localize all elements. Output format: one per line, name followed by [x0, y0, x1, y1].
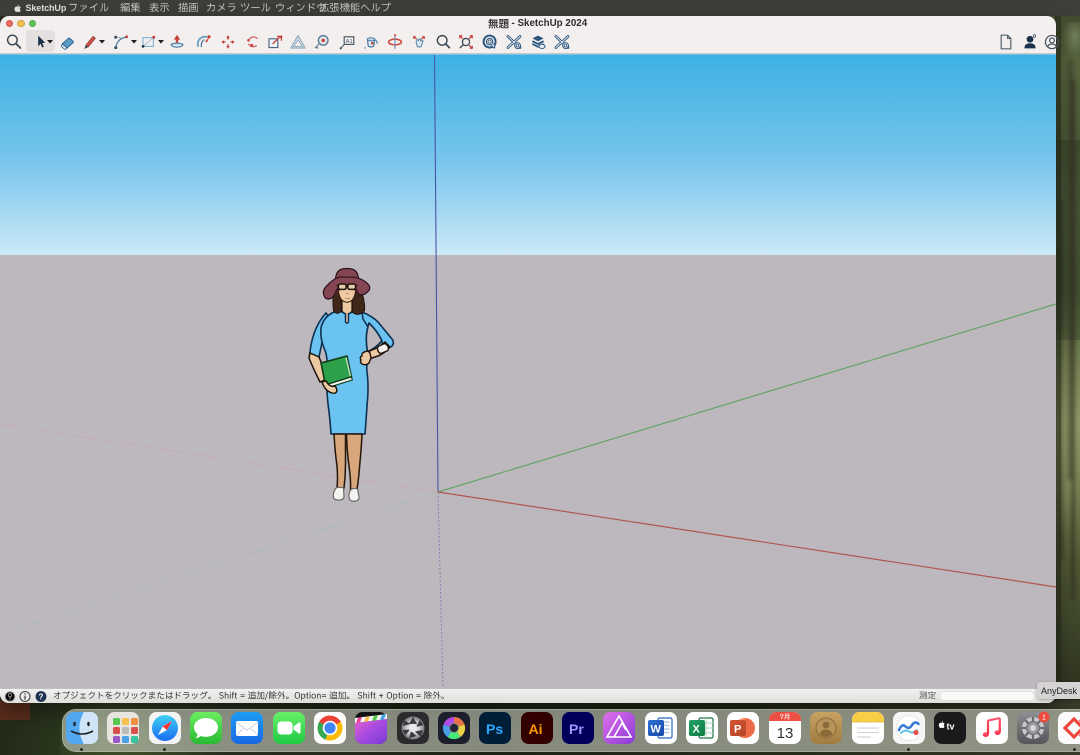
svg-text:P: P: [734, 724, 741, 736]
svg-text:?: ?: [39, 692, 44, 701]
svg-text:X: X: [693, 724, 701, 736]
svg-text:1: 1: [1042, 713, 1046, 722]
svg-text:Ai: Ai: [528, 721, 542, 737]
svg-text:W: W: [650, 724, 661, 736]
svg-text:A1: A1: [346, 39, 353, 45]
svg-text:13: 13: [776, 725, 793, 742]
svg-text:tv: tv: [947, 722, 955, 732]
svg-text:Pr: Pr: [569, 721, 584, 737]
svg-text:Ps: Ps: [486, 721, 503, 737]
